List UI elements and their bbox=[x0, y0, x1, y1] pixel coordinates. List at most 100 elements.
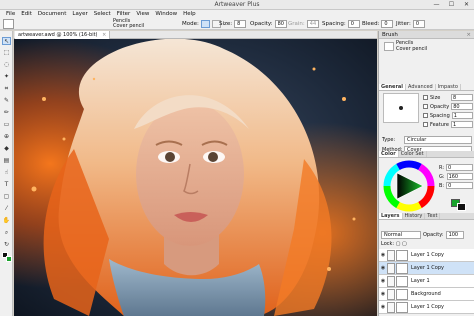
visibility-eye-icon[interactable]: ◉ bbox=[379, 265, 387, 271]
menu-view[interactable]: View bbox=[133, 10, 152, 18]
brush-feature-row: Feature 1 bbox=[423, 120, 473, 129]
document-tab-close-icon[interactable]: × bbox=[102, 32, 106, 38]
maximize-button[interactable]: ☐ bbox=[444, 0, 459, 10]
marquee-tool-icon[interactable]: ⬚ bbox=[2, 49, 11, 57]
bleed-field: Bleed: 0 bbox=[362, 20, 394, 28]
layer-thumbnail bbox=[396, 275, 408, 287]
close-button[interactable]: ✕ bbox=[459, 0, 474, 10]
magic-wand-tool-icon[interactable]: ✦ bbox=[2, 73, 11, 81]
fill-tool-icon[interactable]: ◆ bbox=[2, 145, 11, 153]
layer-link-icon[interactable] bbox=[387, 275, 395, 287]
shape-tool-icon[interactable]: ▢ bbox=[2, 193, 11, 201]
layer-row[interactable]: ◉ Layer 1 Copy bbox=[379, 301, 474, 314]
zoom-tool-icon[interactable]: ⌕ bbox=[2, 229, 11, 237]
layer-link-icon[interactable] bbox=[387, 249, 395, 261]
text-tool-icon[interactable]: T bbox=[2, 181, 11, 189]
red-input[interactable]: 0 bbox=[446, 164, 473, 171]
brush-tool-icon[interactable]: ✎ bbox=[2, 97, 11, 105]
spacing-row-input[interactable]: 1 bbox=[451, 112, 473, 119]
brush-panel-close-icon[interactable]: × bbox=[466, 31, 471, 39]
layer-opacity-input[interactable]: 100 bbox=[445, 230, 464, 239]
current-tool-icon[interactable] bbox=[3, 19, 14, 29]
opacity-input[interactable]: 80 bbox=[274, 20, 287, 28]
layer-row[interactable]: ◉ Background bbox=[379, 288, 474, 301]
menu-edit[interactable]: Edit bbox=[18, 10, 35, 18]
menu-select[interactable]: Select bbox=[91, 10, 114, 18]
tab-history[interactable]: History bbox=[403, 213, 426, 219]
tab-advanced[interactable]: Advanced bbox=[406, 84, 436, 90]
rotate-tool-icon[interactable]: ↻ bbox=[2, 241, 11, 249]
layer-link-icon[interactable] bbox=[387, 288, 395, 300]
brush-panel-preset[interactable]: Pencils Cover pencil bbox=[382, 40, 462, 54]
menu-file[interactable]: File bbox=[3, 10, 18, 18]
move-tool-icon[interactable]: ↖ bbox=[2, 37, 11, 45]
feature-checkbox[interactable] bbox=[423, 122, 428, 127]
bleed-input[interactable]: 0 bbox=[381, 20, 394, 28]
eraser-tool-icon[interactable]: ▭ bbox=[2, 121, 11, 129]
feature-row-input[interactable]: 1 bbox=[451, 121, 473, 128]
layer-row[interactable]: ◉ Layer 1 Copy bbox=[379, 262, 474, 275]
grain-input[interactable]: 44 bbox=[306, 20, 320, 28]
tab-layers[interactable]: Layers bbox=[379, 213, 403, 219]
layer-thumbnail bbox=[396, 249, 408, 261]
visibility-eye-icon[interactable]: ◉ bbox=[379, 278, 387, 284]
menu-filter[interactable]: Filter bbox=[114, 10, 134, 18]
layer-thumbnail bbox=[396, 262, 408, 274]
tab-color[interactable]: Color bbox=[379, 151, 399, 157]
blue-input[interactable]: 0 bbox=[446, 182, 473, 189]
type-label: Type: bbox=[382, 137, 396, 143]
brush-preset-selector[interactable]: Pencils Cover pencil bbox=[113, 19, 177, 30]
crop-tool-icon[interactable]: ⌗ bbox=[2, 85, 11, 93]
red-label: R: bbox=[439, 164, 445, 171]
mode-label: Mode: bbox=[182, 21, 199, 27]
document-tab[interactable]: artweaver.awd @ 100% (16-bit) × bbox=[15, 31, 111, 39]
size-row-input[interactable]: 8 bbox=[451, 94, 473, 101]
layer-link-icon[interactable] bbox=[387, 301, 395, 313]
layer-link-icon[interactable] bbox=[387, 262, 395, 274]
menu-window[interactable]: Window bbox=[152, 10, 180, 18]
visibility-eye-icon[interactable]: ◉ bbox=[379, 252, 387, 258]
pencil-tool-icon[interactable]: ✏ bbox=[2, 109, 11, 117]
panel-background-swatch[interactable] bbox=[457, 203, 466, 211]
menu-document[interactable]: Document bbox=[35, 10, 70, 18]
fg-bg-swatches[interactable] bbox=[451, 199, 467, 211]
eyedropper-tool-icon[interactable]: ⁄ bbox=[2, 205, 11, 213]
type-select[interactable]: Circular bbox=[404, 136, 472, 144]
clone-tool-icon[interactable]: ⊕ bbox=[2, 133, 11, 141]
menu-help[interactable]: Help bbox=[180, 10, 199, 18]
canvas-artwork[interactable] bbox=[14, 39, 377, 316]
size-label: Size: bbox=[219, 21, 233, 27]
tab-text[interactable]: Text bbox=[425, 213, 441, 219]
size-input[interactable]: 8 bbox=[234, 20, 247, 28]
size-checkbox[interactable] bbox=[423, 95, 428, 100]
visibility-eye-icon[interactable]: ◉ bbox=[379, 304, 387, 310]
jitter-input[interactable]: 0 bbox=[412, 20, 425, 28]
tab-color-set[interactable]: Color Set bbox=[399, 151, 427, 157]
layer-row[interactable]: ◉ Layer 1 bbox=[379, 275, 474, 288]
gradient-tool-icon[interactable]: ▤ bbox=[2, 157, 11, 165]
lock-icon[interactable]: ▢ ▢ bbox=[396, 241, 407, 247]
opacity-checkbox[interactable] bbox=[423, 104, 428, 109]
mode-toggle[interactable] bbox=[200, 20, 210, 28]
minimize-button[interactable]: — bbox=[429, 0, 444, 10]
layer-row[interactable]: ◉ Layer 1 Copy bbox=[379, 249, 474, 262]
layer-name: Layer 1 Copy bbox=[411, 265, 444, 271]
green-input[interactable]: 160 bbox=[446, 173, 473, 180]
spacing-checkbox[interactable] bbox=[423, 113, 428, 118]
preset-name: Cover pencil bbox=[113, 23, 145, 29]
spacing-input[interactable]: 0 bbox=[347, 20, 360, 28]
window-controls: — ☐ ✕ bbox=[429, 0, 474, 10]
background-color-swatch[interactable] bbox=[6, 256, 12, 262]
menu-layer[interactable]: Layer bbox=[69, 10, 90, 18]
visibility-eye-icon[interactable]: ◉ bbox=[379, 291, 387, 297]
lasso-tool-icon[interactable]: ◌ bbox=[2, 61, 11, 69]
hand-tool-icon[interactable]: ✋ bbox=[2, 217, 11, 225]
blend-mode-select[interactable]: Normal bbox=[381, 230, 421, 239]
color-wheel[interactable] bbox=[383, 160, 435, 212]
tab-general[interactable]: General bbox=[379, 84, 406, 90]
window-title: Artweaver Plus bbox=[214, 1, 260, 8]
document-window: artweaver.awd @ 100% (16-bit) × bbox=[14, 31, 377, 316]
opacity-row-input[interactable]: 80 bbox=[451, 103, 473, 110]
tab-impasto[interactable]: Impasto bbox=[436, 84, 461, 90]
smudge-tool-icon[interactable]: ☝ bbox=[2, 169, 11, 177]
